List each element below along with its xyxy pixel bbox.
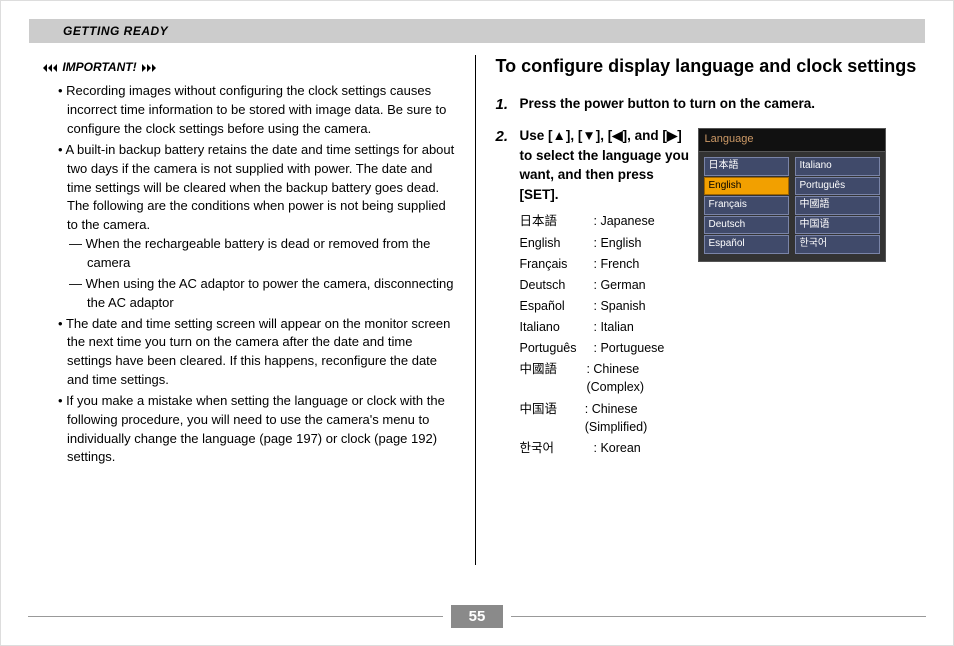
menu-item: 한국어	[795, 235, 880, 254]
important-text: IMPORTANT!	[62, 60, 136, 74]
lang-english: : Spanish	[594, 297, 646, 315]
lang-native: 日本語	[520, 212, 594, 230]
lang-native: 中国语	[520, 400, 585, 436]
lang-english: : Korean	[594, 439, 641, 457]
menu-item: Español	[704, 235, 789, 254]
menu-item: Français	[704, 196, 789, 215]
lang-row: Français: French	[520, 255, 690, 273]
menu-item: Português	[795, 177, 880, 196]
important-bullets: Recording images without configuring the…	[67, 82, 459, 467]
bracket-right-icon	[140, 63, 156, 73]
sub-bullets: When the rechargeable battery is dead or…	[85, 235, 459, 312]
lang-native: Deutsch	[520, 276, 594, 294]
lang-english: : French	[594, 255, 640, 273]
footer-rule-right	[511, 616, 926, 617]
lang-english: : Japanese	[594, 212, 655, 230]
lang-row: Español: Spanish	[520, 297, 690, 315]
step-2: 2. Use [▲], [▼], [◀], and [▶] to select …	[496, 126, 926, 460]
lang-native: Français	[520, 255, 594, 273]
lang-native: Italiano	[520, 318, 594, 336]
menu-left-col: 日本語 English Français Deutsch Español	[704, 157, 789, 255]
step-2-text: Use [▲], [▼], [◀], and [▶] to select the…	[520, 126, 690, 204]
lang-native: Español	[520, 297, 594, 315]
menu-item: Deutsch	[704, 216, 789, 235]
language-menu-screenshot: Language 日本語 English Français Deutsch Es…	[698, 128, 886, 460]
menu-body: 日本語 English Français Deutsch Español Ita…	[698, 151, 886, 262]
page-footer: 55	[28, 605, 926, 628]
lang-row: 한국어: Korean	[520, 439, 690, 457]
language-list: 日本語: Japanese English: English Français:…	[520, 212, 690, 457]
lang-native: 한국어	[520, 439, 594, 457]
bullet-item: If you make a mistake when setting the l…	[67, 392, 459, 467]
lang-english: : Portuguese	[594, 339, 665, 357]
lang-english: : Italian	[594, 318, 634, 336]
lang-row: 日本語: Japanese	[520, 212, 690, 230]
lang-row: 中国语: Chinese (Simplified)	[520, 400, 690, 436]
subsection-heading: To configure display language and clock …	[496, 55, 926, 78]
lang-row: Italiano: Italian	[520, 318, 690, 336]
left-column: IMPORTANT! Recording images without conf…	[29, 55, 476, 565]
menu-item: Italiano	[795, 157, 880, 176]
bullet-item: The date and time setting screen will ap…	[67, 315, 459, 390]
lang-row: Português: Portuguese	[520, 339, 690, 357]
lang-row: Deutsch: German	[520, 276, 690, 294]
menu-title: Language	[698, 128, 886, 151]
section-header: GETTING READY	[29, 19, 925, 43]
lang-row: English: English	[520, 234, 690, 252]
bullet-item: A built-in backup battery retains the da…	[67, 141, 459, 313]
lang-native: 中國語	[520, 360, 587, 396]
bullet-item: Recording images without configuring the…	[67, 82, 459, 139]
sub-bullet-item: When the rechargeable battery is dead or…	[85, 235, 459, 273]
lang-row: 中國語: Chinese (Complex)	[520, 360, 690, 396]
step-1: 1. Press the power button to turn on the…	[496, 94, 926, 116]
sub-bullet-item: When using the AC adaptor to power the c…	[85, 275, 459, 313]
step-number: 1.	[496, 96, 509, 113]
lang-english: : German	[594, 276, 646, 294]
right-column: To configure display language and clock …	[476, 55, 926, 565]
two-column-layout: IMPORTANT! Recording images without conf…	[29, 55, 925, 565]
lang-english: : English	[594, 234, 642, 252]
lang-native: Português	[520, 339, 594, 357]
lang-english: : Chinese (Simplified)	[585, 400, 690, 436]
menu-item: 中國語	[795, 196, 880, 215]
menu-right-col: Italiano Português 中國語 中国语 한국어	[795, 157, 880, 255]
lang-english: : Chinese (Complex)	[586, 360, 689, 396]
step-number: 2.	[496, 128, 509, 145]
lang-native: English	[520, 234, 594, 252]
page-number: 55	[451, 605, 504, 628]
menu-item: 日本語	[704, 157, 789, 176]
footer-rule-left	[28, 616, 443, 617]
step-1-text: Press the power button to turn on the ca…	[520, 94, 926, 116]
bracket-left-icon	[43, 63, 59, 73]
important-callout: IMPORTANT!	[43, 59, 459, 76]
menu-item: 中国语	[795, 216, 880, 235]
bullet-text: A built-in backup battery retains the da…	[65, 142, 454, 232]
menu-item-selected: English	[704, 177, 789, 196]
